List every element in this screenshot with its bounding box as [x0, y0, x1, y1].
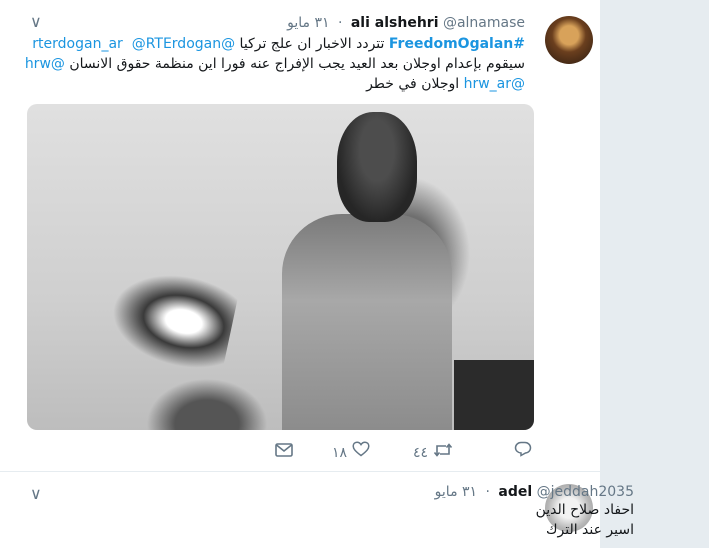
- hashtag-link[interactable]: #FreedomOgalan: [389, 36, 525, 52]
- user-name[interactable]: ali alshehri: [351, 15, 439, 31]
- retweet-button[interactable]: ٤٤: [407, 438, 453, 468]
- separator-dot: ·: [337, 15, 343, 31]
- tweet-text: احفاد صلاح الدين اسير عند الترك: [234, 500, 634, 540]
- reply-button[interactable]: [514, 438, 532, 468]
- retweet-count: ٤٤: [413, 445, 429, 461]
- tweet-text-fragment: سيقوم بإعدام اوجلان بعد العيد يجب الإفرا…: [64, 56, 525, 72]
- tweet-item[interactable]: ∨ ali alshehri @alnamase · ٣١ مايو #Free…: [0, 0, 600, 472]
- separator-dot: ·: [485, 484, 490, 500]
- avatar[interactable]: [545, 16, 593, 64]
- like-button[interactable]: ١٨: [326, 438, 370, 468]
- timestamp[interactable]: ٣١ مايو: [435, 484, 477, 500]
- tweet-text: #FreedomOgalan تتردد الاخبار ان علج تركي…: [25, 34, 525, 94]
- tweet-text-fragment: اوجلان في خطر: [366, 76, 464, 92]
- photo-person: [282, 214, 452, 430]
- tweet-line: سيقوم بإعدام اوجلان بعد العيد يجب الإفرا…: [25, 54, 525, 74]
- user-name[interactable]: adel: [498, 484, 532, 500]
- tweet-actions: ١٨ ٤٤: [270, 438, 540, 468]
- tweet-photo[interactable]: [27, 104, 534, 430]
- tweet-header: ali alshehri @alnamase · ٣١ مايو: [287, 13, 525, 33]
- user-handle[interactable]: @jeddah2035: [537, 484, 634, 500]
- user-handle[interactable]: @alnamase: [443, 15, 525, 31]
- envelope-icon: [275, 438, 293, 468]
- tweet-line: #FreedomOgalan تتردد الاخبار ان علج تركي…: [25, 34, 525, 54]
- photo-head: [337, 112, 417, 222]
- mention-link[interactable]: @RTErdogan: [132, 36, 221, 52]
- like-count: ١٨: [332, 445, 348, 461]
- mention-link[interactable]: @hrw: [25, 56, 65, 72]
- tweet-line: احفاد صلاح الدين: [535, 502, 634, 518]
- heart-icon: [351, 438, 370, 468]
- reply-icon: [514, 438, 532, 468]
- tweet-line: @hrw_ar اوجلان في خطر: [25, 74, 525, 94]
- right-gutter: [600, 0, 709, 548]
- tweet-header: adel @jeddah2035 · ٣١ مايو: [435, 482, 634, 502]
- photo-dove: [103, 262, 241, 376]
- direct-message-button[interactable]: [275, 438, 293, 468]
- retweet-icon: [433, 438, 453, 468]
- chevron-down-icon[interactable]: ∨: [30, 484, 42, 503]
- tweet-text-fragment: تتردد الاخبار ان علج تركيا: [235, 36, 389, 52]
- photo-shadow: [454, 360, 534, 430]
- tweet-line: اسير عند الترك: [545, 522, 634, 538]
- timestamp[interactable]: ٣١ مايو: [287, 15, 329, 31]
- chevron-down-icon[interactable]: ∨: [30, 12, 42, 31]
- mention-link[interactable]: @hrw_ar: [464, 76, 525, 92]
